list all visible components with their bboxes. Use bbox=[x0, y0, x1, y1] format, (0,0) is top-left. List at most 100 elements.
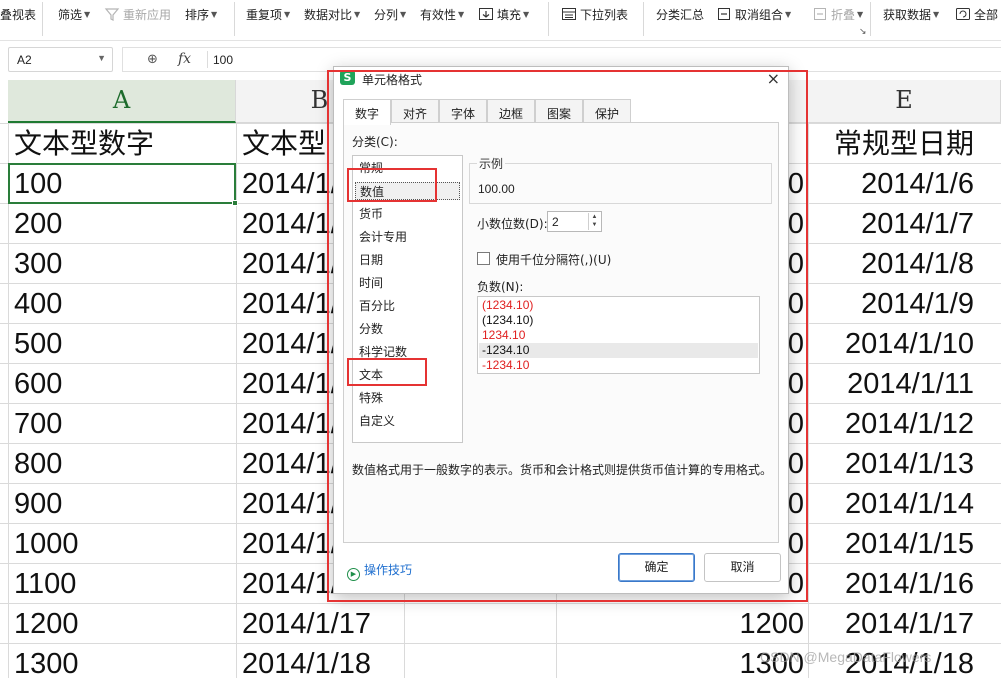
category-item[interactable]: 日期 bbox=[359, 251, 383, 269]
chevron-down-icon: ▼ bbox=[84, 9, 91, 19]
tab-alignment[interactable]: 对齐 bbox=[391, 99, 439, 123]
category-item[interactable]: 货币 bbox=[359, 205, 383, 223]
get-data-button[interactable]: 获取数据 ▼ bbox=[883, 0, 939, 28]
refresh-all-label: 全部 bbox=[974, 7, 999, 22]
ok-button[interactable]: 确定 bbox=[618, 553, 695, 582]
table-cell[interactable]: 2014/1/16 bbox=[808, 564, 974, 604]
negative-format-option[interactable]: (1234.10) bbox=[482, 313, 533, 328]
reapply-button[interactable]: 重新应用 bbox=[104, 0, 171, 28]
tab-font[interactable]: 字体 bbox=[439, 99, 487, 123]
tab-border[interactable]: 边框 bbox=[487, 99, 535, 123]
refresh-all-button[interactable]: 全部 bbox=[955, 0, 998, 28]
app-logo-icon: S bbox=[340, 70, 355, 85]
table-cell[interactable]: 600 bbox=[14, 364, 236, 404]
negative-numbers-list[interactable]: (1234.10) (1234.10) 1234.10 -1234.10 -1234.1… bbox=[477, 296, 760, 374]
formula-input[interactable]: 100 bbox=[213, 53, 233, 67]
table-cell[interactable]: 2014/1/13 bbox=[808, 444, 974, 484]
table-cell[interactable]: 1300 bbox=[14, 644, 236, 678]
text-to-columns-button[interactable]: 分列 ▼ bbox=[374, 0, 406, 28]
table-cell[interactable]: 2014/1/18 bbox=[242, 644, 404, 678]
table-cell[interactable]: 2014/1/12 bbox=[808, 404, 974, 444]
table-cell[interactable]: 2014/1/10 bbox=[808, 324, 974, 364]
validation-button[interactable]: 有效性 ▼ bbox=[420, 0, 464, 28]
table-cell[interactable]: 200 bbox=[14, 204, 236, 244]
collapse-button[interactable]: 折叠 ▼ bbox=[812, 0, 863, 28]
decimal-places-stepper[interactable]: ▲ ▼ bbox=[588, 213, 600, 230]
table-cell[interactable]: 2014/1/11 bbox=[808, 364, 974, 404]
table-cell[interactable]: 2014/1/6 bbox=[808, 164, 974, 204]
category-item[interactable]: 百分比 bbox=[359, 297, 395, 315]
data-compare-button[interactable]: 数据对比 ▼ bbox=[304, 0, 360, 28]
category-item[interactable]: 时间 bbox=[359, 274, 383, 292]
table-cell[interactable]: 2014/1/17 bbox=[808, 604, 974, 644]
category-item[interactable]: 会计专用 bbox=[359, 228, 407, 246]
sort-button[interactable]: 排序 ▼ bbox=[185, 0, 217, 28]
negative-format-option[interactable]: 1234.10 bbox=[482, 328, 525, 343]
sample-value: 100.00 bbox=[478, 182, 515, 196]
validation-label: 有效性 bbox=[420, 7, 457, 22]
category-item[interactable]: 分数 bbox=[359, 320, 383, 338]
table-cell[interactable]: 2014/1/7 bbox=[808, 204, 974, 244]
cancel-button[interactable]: 取消 bbox=[704, 553, 781, 582]
table-cell[interactable]: 2014/1/15 bbox=[808, 524, 974, 564]
table-cell[interactable]: 300 bbox=[14, 244, 236, 284]
negative-format-option[interactable]: -1234.10 bbox=[479, 343, 758, 358]
table-cell[interactable]: 900 bbox=[14, 484, 236, 524]
table-cell[interactable]: 500 bbox=[14, 324, 236, 364]
chevron-down-icon: ▼ bbox=[458, 9, 465, 19]
thousands-separator-checkbox[interactable] bbox=[477, 252, 490, 265]
fill-handle[interactable] bbox=[232, 200, 238, 206]
fill-button[interactable]: 填充 ▼ bbox=[478, 0, 529, 28]
subtotal-button[interactable]: 分类汇总 bbox=[656, 0, 704, 28]
filter-button[interactable]: 筛选 ▼ bbox=[58, 0, 90, 28]
dropdown-list-icon bbox=[561, 6, 577, 22]
pivot-table-button[interactable]: 叠视表 bbox=[0, 0, 36, 28]
header-cell[interactable]: 文本型数字 bbox=[14, 124, 236, 164]
dialog-titlebar[interactable]: S 单元格格式 × bbox=[334, 67, 788, 91]
group-expander-icon[interactable]: ↘ bbox=[859, 27, 867, 37]
category-item[interactable]: 自定义 bbox=[359, 412, 395, 430]
negative-format-option[interactable]: -1234.10 bbox=[482, 358, 529, 373]
table-cell[interactable]: 400 bbox=[14, 284, 236, 324]
selected-cell-border bbox=[8, 163, 238, 206]
tips-link[interactable]: ▶ 操作技巧 bbox=[347, 561, 412, 581]
table-cell[interactable]: 2014/1/9 bbox=[808, 284, 974, 324]
negative-format-option[interactable]: (1234.10) bbox=[482, 298, 533, 313]
decimal-places-input[interactable]: 2 ▲ ▼ bbox=[547, 211, 602, 232]
collapse-label: 折叠 bbox=[831, 7, 856, 22]
header-cell[interactable]: 常规型日期 bbox=[808, 124, 974, 164]
column-header-e[interactable]: E bbox=[808, 80, 1001, 123]
category-item[interactable]: 数值 bbox=[355, 182, 460, 200]
tab-protection[interactable]: 保护 bbox=[583, 99, 631, 123]
table-cell[interactable]: 1200 bbox=[556, 604, 804, 644]
chevron-down-icon: ▼ bbox=[523, 9, 530, 19]
table-cell[interactable]: 1100 bbox=[14, 564, 236, 604]
tab-pattern[interactable]: 图案 bbox=[535, 99, 583, 123]
table-cell[interactable]: 1200 bbox=[14, 604, 236, 644]
tab-number[interactable]: 数字 bbox=[343, 99, 391, 125]
function-icon[interactable]: fx bbox=[178, 51, 191, 67]
number-tab-panel: 分类(C): 常规 数值 货币 会计专用 日期 时间 百分比 分数 科学记数 文本 特殊 自定义 示例… bbox=[343, 122, 779, 543]
dropdown-list-button[interactable]: 下拉列表 bbox=[561, 0, 628, 28]
table-cell[interactable]: 1000 bbox=[14, 524, 236, 564]
name-box[interactable]: A2 ▼ bbox=[8, 47, 113, 72]
thousands-separator-label[interactable]: 使用千位分隔符(,)(U) bbox=[496, 251, 611, 268]
zoom-icon[interactable]: ⊕ bbox=[147, 52, 158, 67]
duplicates-button[interactable]: 重复项 ▼ bbox=[246, 0, 290, 28]
column-header-a[interactable]: A bbox=[8, 80, 236, 123]
category-list[interactable]: 常规数值货币会计专用日期时间百分比分数科学记数文本特殊自定义 bbox=[352, 155, 463, 443]
category-description: 数值格式用于一般数字的表示。货币和会计格式则提供货币值计算的专用格式。 bbox=[352, 463, 773, 477]
table-cell[interactable]: 2014/1/14 bbox=[808, 484, 974, 524]
ungroup-button[interactable]: 取消组合 ▼ bbox=[716, 0, 791, 28]
table-cell[interactable]: 2014/1/17 bbox=[242, 604, 404, 644]
table-cell[interactable]: 800 bbox=[14, 444, 236, 484]
table-cell[interactable]: 700 bbox=[14, 404, 236, 444]
chevron-down-icon[interactable]: ▼ bbox=[97, 53, 106, 63]
category-item[interactable]: 特殊 bbox=[359, 389, 383, 407]
negative-numbers-label: 负数(N): bbox=[477, 280, 524, 294]
table-cell[interactable]: 2014/1/8 bbox=[808, 244, 974, 284]
category-item[interactable]: 文本 bbox=[359, 366, 383, 384]
close-icon[interactable]: × bbox=[767, 69, 780, 88]
category-item[interactable]: 科学记数 bbox=[359, 343, 407, 361]
category-item[interactable]: 常规 bbox=[359, 159, 383, 177]
